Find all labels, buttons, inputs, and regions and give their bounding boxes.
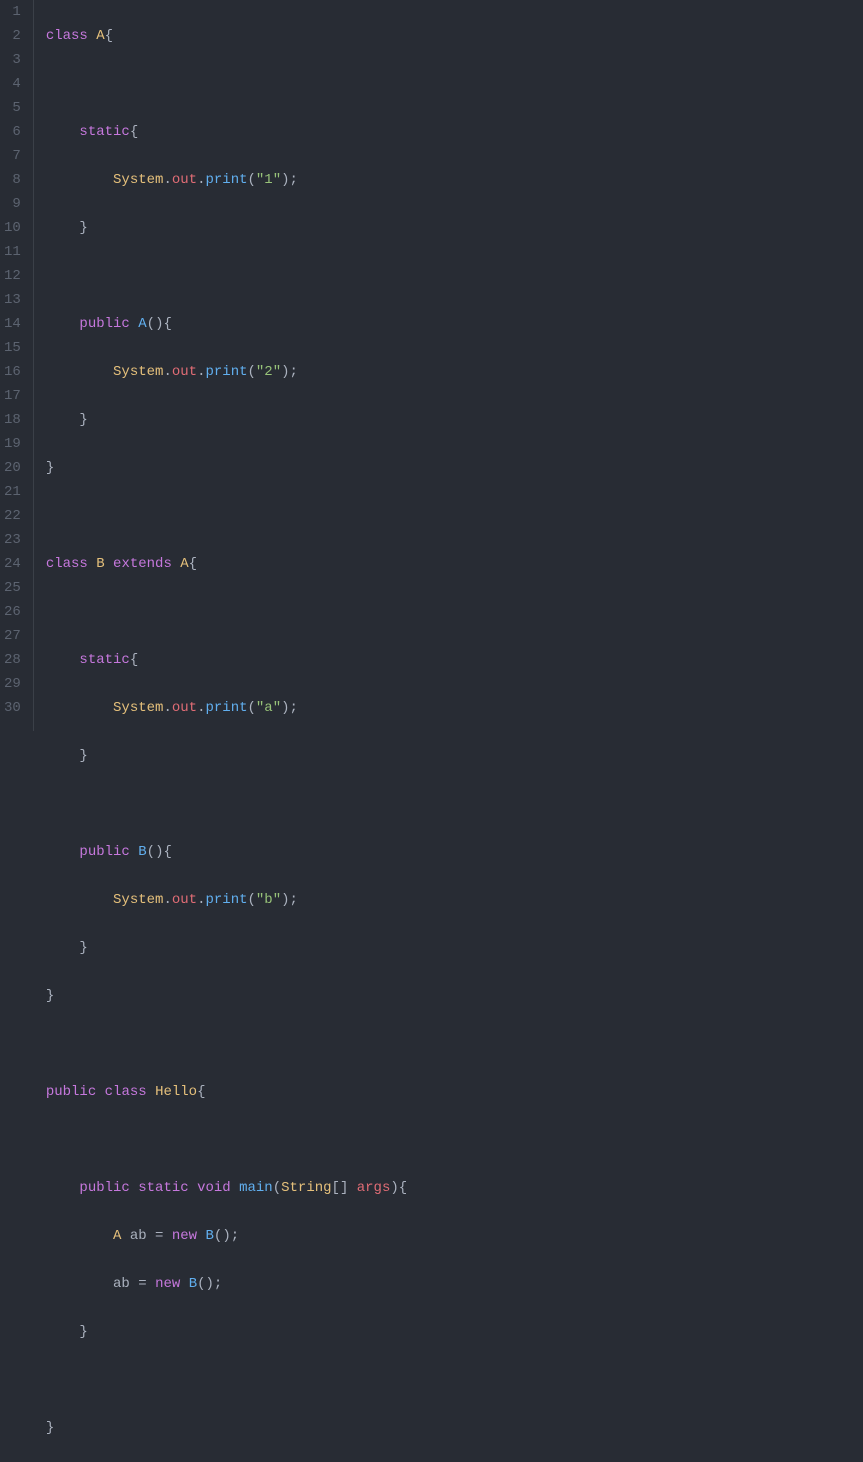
line-number-gutter: 1 2 3 4 5 6 7 8 9 10 11 12 13 14 15 16 1… [0, 0, 34, 731]
line-number: 25 [4, 576, 25, 600]
line-number: 16 [4, 360, 25, 384]
line-number: 2 [4, 24, 25, 48]
code-line[interactable]: public A(){ [46, 312, 863, 336]
code-line[interactable]: A ab = new B(); [46, 1224, 863, 1248]
line-number: 11 [4, 240, 25, 264]
line-number: 5 [4, 96, 25, 120]
code-line[interactable]: System.out.print("2"); [46, 360, 863, 384]
line-number: 23 [4, 528, 25, 552]
code-line[interactable] [46, 72, 863, 96]
line-number: 3 [4, 48, 25, 72]
line-number: 13 [4, 288, 25, 312]
line-number: 21 [4, 480, 25, 504]
code-line[interactable]: ab = new B(); [46, 1272, 863, 1296]
code-content[interactable]: class A{ static{ System.out.print("1"); … [34, 0, 863, 731]
code-line[interactable]: System.out.print("a"); [46, 696, 863, 720]
line-number: 26 [4, 600, 25, 624]
line-number: 12 [4, 264, 25, 288]
line-number: 8 [4, 168, 25, 192]
code-editor[interactable]: 1 2 3 4 5 6 7 8 9 10 11 12 13 14 15 16 1… [0, 0, 863, 731]
code-line[interactable]: static{ [46, 648, 863, 672]
code-line[interactable]: static{ [46, 120, 863, 144]
code-line[interactable] [46, 264, 863, 288]
line-number: 22 [4, 504, 25, 528]
line-number: 19 [4, 432, 25, 456]
code-line[interactable] [46, 792, 863, 816]
line-number: 18 [4, 408, 25, 432]
code-line[interactable]: System.out.print("1"); [46, 168, 863, 192]
code-line[interactable]: class A{ [46, 24, 863, 48]
line-number: 15 [4, 336, 25, 360]
code-line[interactable]: } [46, 936, 863, 960]
line-number: 6 [4, 120, 25, 144]
code-line[interactable]: } [46, 408, 863, 432]
code-line[interactable] [46, 504, 863, 528]
line-number: 9 [4, 192, 25, 216]
code-line[interactable]: } [46, 984, 863, 1008]
line-number: 10 [4, 216, 25, 240]
code-line[interactable]: } [46, 744, 863, 768]
code-line[interactable] [46, 600, 863, 624]
line-number: 20 [4, 456, 25, 480]
line-number: 17 [4, 384, 25, 408]
code-line[interactable]: } [46, 216, 863, 240]
code-line[interactable]: System.out.print("b"); [46, 888, 863, 912]
line-number: 4 [4, 72, 25, 96]
line-number: 30 [4, 696, 25, 720]
code-line[interactable]: class B extends A{ [46, 552, 863, 576]
code-line[interactable]: public B(){ [46, 840, 863, 864]
line-number: 28 [4, 648, 25, 672]
line-number: 7 [4, 144, 25, 168]
line-number: 24 [4, 552, 25, 576]
line-number: 29 [4, 672, 25, 696]
code-line[interactable]: } [46, 456, 863, 480]
line-number: 27 [4, 624, 25, 648]
code-line[interactable]: public static void main(String[] args){ [46, 1176, 863, 1200]
code-line[interactable]: } [46, 1416, 863, 1440]
code-line[interactable] [46, 1128, 863, 1152]
code-line[interactable] [46, 1368, 863, 1392]
code-line[interactable]: } [46, 1320, 863, 1344]
code-line[interactable]: public class Hello{ [46, 1080, 863, 1104]
line-number: 1 [4, 0, 25, 24]
code-line[interactable] [46, 1032, 863, 1056]
line-number: 14 [4, 312, 25, 336]
